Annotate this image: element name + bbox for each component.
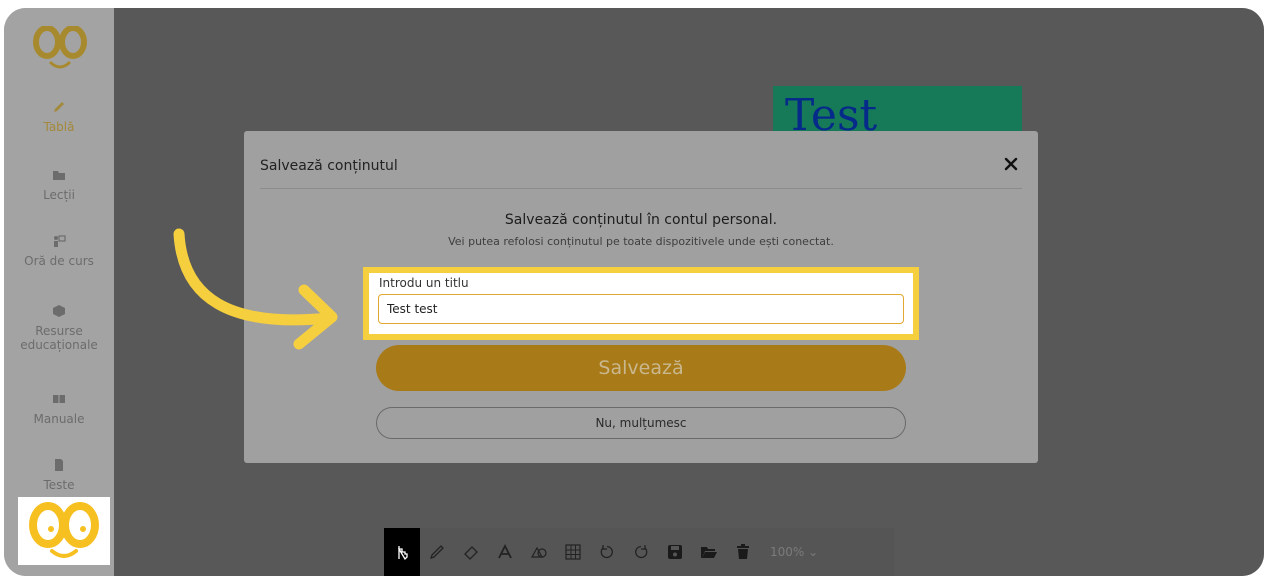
save-button[interactable]: Salvează — [376, 345, 906, 391]
sidebar-item-resurse[interactable]: Resurse educaționale — [4, 304, 114, 352]
drawing-toolbar: 100% ⌄ — [384, 528, 894, 576]
title-field-label: Introdu un titlu — [379, 276, 469, 290]
dialog-title: Salvează conținutul — [260, 158, 398, 174]
eraser-icon — [464, 546, 478, 560]
canvas-text: Test — [785, 90, 878, 133]
open-tool-button[interactable] — [692, 535, 726, 569]
cube-icon — [53, 305, 65, 317]
sidebar-item-label: Tablă — [43, 120, 75, 134]
sidebar-item-label: Lecții — [43, 188, 75, 202]
hand-icon — [397, 546, 408, 561]
table-tool-button[interactable] — [556, 535, 590, 569]
document-icon — [55, 459, 63, 471]
save-icon — [668, 545, 682, 559]
sidebar-item-label: Teste — [43, 478, 75, 492]
open-folder-icon — [701, 547, 717, 558]
decline-button[interactable]: Nu, mulțumesc — [376, 407, 906, 439]
table-icon — [565, 544, 581, 560]
title-field-group: Introdu un titlu — [363, 267, 919, 340]
dialog-subheading: Vei putea refolosi conținutul pe toate d… — [448, 235, 834, 248]
sidebar-item-teste[interactable]: Teste — [4, 458, 114, 492]
pen-tool-button[interactable] — [420, 535, 454, 569]
sidebar-item-label: Resurse educaționale — [20, 324, 98, 352]
canvas-text-box[interactable]: Test — [773, 86, 1022, 132]
dialog-divider — [260, 188, 1022, 189]
trash-icon — [737, 544, 749, 559]
zoom-select[interactable]: 100% ⌄ — [770, 545, 818, 559]
eraser-tool-button[interactable] — [454, 535, 488, 569]
sidebar-item-manuale[interactable]: Manuale — [4, 392, 114, 426]
text-icon — [498, 543, 512, 559]
app-logo-large — [18, 497, 110, 565]
pointer-arrow-annotation — [173, 228, 338, 350]
dialog-heading: Salvează conținutul în contul personal. — [504, 212, 778, 228]
redo-icon — [635, 545, 648, 559]
sidebar: Tablă Lecții Oră de curs Resurse educați… — [4, 8, 114, 576]
hand-tool-button[interactable] — [384, 528, 420, 576]
app-window: Tablă Lecții Oră de curs Resurse educați… — [4, 8, 1264, 576]
close-icon[interactable] — [1002, 155, 1020, 173]
undo-button[interactable] — [590, 535, 624, 569]
sidebar-item-ora-de-curs[interactable]: Oră de curs — [4, 234, 114, 268]
undo-icon — [600, 545, 613, 559]
app-logo — [33, 26, 87, 69]
sidebar-item-lectii[interactable]: Lecții — [4, 168, 114, 202]
teacher-icon — [54, 235, 66, 247]
book-icon — [53, 395, 65, 403]
delete-tool-button[interactable] — [726, 535, 760, 569]
pencil-icon — [54, 102, 64, 112]
title-input[interactable] — [378, 294, 904, 324]
redo-button[interactable] — [624, 535, 658, 569]
save-content-dialog: Salvează conținutul Salvează conținutul … — [244, 131, 1038, 463]
zoom-value: 100% — [770, 545, 805, 559]
sidebar-item-label: Manuale — [33, 412, 85, 426]
sidebar-item-label: Oră de curs — [24, 254, 94, 268]
save-tool-button[interactable] — [658, 535, 692, 569]
text-tool-button[interactable] — [488, 535, 522, 569]
shapes-tool-button[interactable] — [522, 535, 556, 569]
folder-icon — [53, 171, 65, 180]
sidebar-item-tabla[interactable]: Tablă — [4, 100, 114, 134]
shapes-icon — [530, 546, 547, 558]
pen-icon — [429, 545, 444, 560]
